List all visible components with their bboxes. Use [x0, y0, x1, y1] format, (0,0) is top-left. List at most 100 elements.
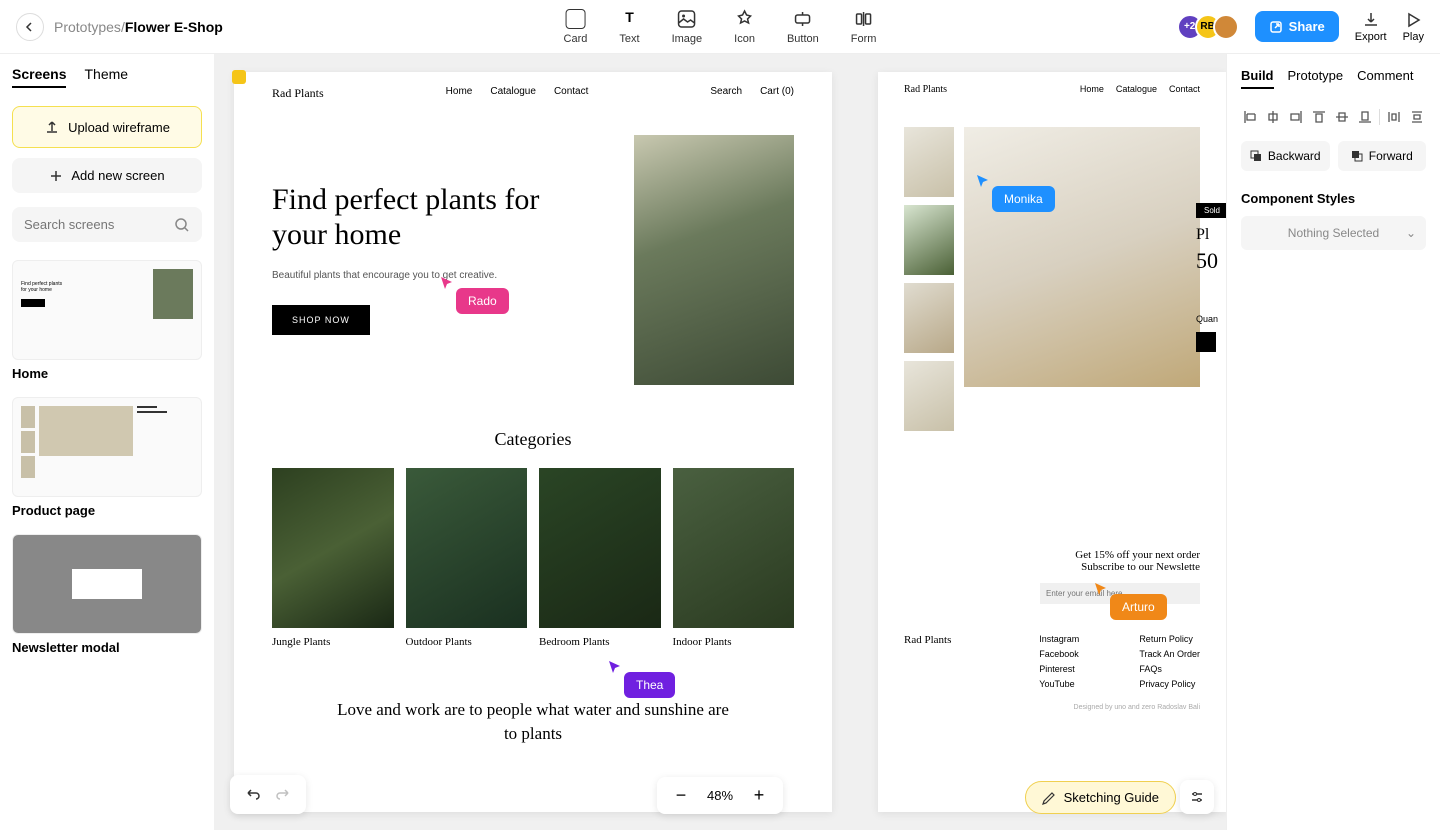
nav-link: Catalogue — [1116, 84, 1157, 95]
product-thumb — [904, 205, 954, 275]
add-screen-button[interactable]: Add new screen — [12, 158, 202, 193]
undo-button[interactable] — [236, 781, 268, 808]
component-styles-title: Component Styles — [1241, 191, 1426, 206]
tool-text[interactable]: Text — [619, 9, 639, 45]
hero-image — [634, 135, 794, 385]
site-utility: Search Cart (0) — [710, 86, 794, 101]
footer-link: YouTube — [1039, 679, 1079, 689]
tool-image[interactable]: Image — [672, 9, 703, 45]
align-left-button[interactable] — [1241, 107, 1258, 127]
newsletter-line2: Subscribe to our Newslette — [904, 561, 1200, 573]
cursor-icon — [976, 174, 990, 188]
footer-link: Privacy Policy — [1139, 679, 1200, 689]
cursor-label: Arturo — [1110, 594, 1167, 620]
order-row: Backward Forward — [1241, 141, 1426, 171]
hero-section: Find perfect plants for your home Beauti… — [234, 115, 832, 405]
footer-link: Instagram — [1039, 634, 1079, 644]
image-icon — [677, 9, 697, 29]
settings-button[interactable] — [1180, 780, 1214, 814]
category-card: Jungle Plants — [272, 468, 394, 648]
card-icon — [565, 9, 585, 29]
distribute-v-button[interactable] — [1409, 107, 1426, 127]
artboard-header: Rad Plants Home Catalogue Contact — [878, 72, 1226, 107]
product-thumbnails — [904, 127, 954, 431]
icon-tool-icon — [735, 9, 755, 29]
nav-link: Home — [446, 86, 473, 101]
align-right-button[interactable] — [1287, 107, 1304, 127]
zoom-out-button[interactable]: − — [671, 785, 691, 806]
cursor-icon — [440, 276, 454, 290]
distribute-h-button[interactable] — [1386, 107, 1403, 127]
alignment-row — [1241, 107, 1426, 127]
breadcrumb[interactable]: Prototypes/Flower E-Shop — [54, 19, 223, 35]
sketching-guide-button[interactable]: Sketching Guide — [1025, 781, 1176, 814]
align-top-button[interactable] — [1310, 107, 1327, 127]
tool-card[interactable]: Card — [564, 9, 588, 45]
tab-prototype[interactable]: Prototype — [1288, 68, 1344, 89]
artboard-header: Rad Plants Home Catalogue Contact Search… — [234, 72, 832, 115]
tab-build[interactable]: Build — [1241, 68, 1274, 89]
align-right-icon — [1288, 109, 1304, 125]
tab-screens[interactable]: Screens — [12, 66, 66, 88]
screen-thumbnail-product[interactable] — [12, 397, 202, 497]
redo-button[interactable] — [268, 781, 300, 808]
screen-thumbnail-home[interactable]: Find perfect plantsfor your home — [12, 260, 202, 360]
tab-comment[interactable]: Comment — [1357, 68, 1413, 89]
category-label: Bedroom Plants — [539, 636, 661, 648]
zoom-level: 48% — [707, 788, 733, 803]
canvas[interactable]: Rad Plants Home Catalogue Contact Search… — [214, 54, 1226, 830]
upload-wireframe-button[interactable]: Upload wireframe — [12, 106, 202, 148]
footer-column: Return Policy Track An Order FAQs Privac… — [1139, 634, 1200, 694]
sidebar-tabs: Screens Theme — [12, 66, 202, 88]
tool-icon[interactable]: Icon — [734, 9, 755, 45]
site-nav: Home Catalogue Contact — [446, 86, 589, 101]
button-icon — [793, 9, 813, 29]
align-left-icon — [1242, 109, 1258, 125]
upload-icon — [44, 119, 60, 135]
category-card: Indoor Plants — [673, 468, 795, 648]
back-button[interactable] — [16, 13, 44, 41]
avatar[interactable] — [1213, 14, 1239, 40]
backward-icon — [1250, 150, 1262, 162]
product-thumb — [904, 361, 954, 431]
align-center-v-button[interactable] — [1333, 107, 1350, 127]
product-title: Pl — [1196, 226, 1226, 244]
right-panel: Build Prototype Comment Backward Forward… — [1226, 54, 1440, 830]
play-button[interactable]: Play — [1403, 11, 1424, 43]
avatar-stack[interactable]: +2 RB — [1177, 14, 1239, 40]
category-card: Outdoor Plants — [406, 468, 528, 648]
component-styles-select[interactable]: Nothing Selected — [1241, 216, 1426, 250]
align-top-icon — [1311, 109, 1327, 125]
align-center-h-button[interactable] — [1264, 107, 1281, 127]
export-button[interactable]: Export — [1355, 11, 1387, 43]
tab-theme[interactable]: Theme — [84, 66, 128, 88]
distribute-v-icon — [1409, 109, 1425, 125]
zoom-in-button[interactable]: + — [749, 785, 769, 806]
pencil-icon — [1042, 791, 1056, 805]
cursor-icon — [608, 660, 622, 674]
category-label: Jungle Plants — [272, 636, 394, 648]
tool-form[interactable]: Form — [851, 9, 877, 45]
site-logo: Rad Plants — [272, 86, 324, 101]
nav-link: Contact — [1169, 84, 1200, 95]
tool-button[interactable]: Button — [787, 9, 819, 45]
forward-icon — [1351, 150, 1363, 162]
align-bottom-button[interactable] — [1356, 107, 1373, 127]
align-bottom-icon — [1357, 109, 1373, 125]
backward-button[interactable]: Backward — [1241, 141, 1330, 171]
forward-button[interactable]: Forward — [1338, 141, 1427, 171]
product-thumb — [904, 127, 954, 197]
footer-link: FAQs — [1139, 664, 1200, 674]
product-price: 50 — [1196, 248, 1226, 274]
cursor-label: Thea — [624, 672, 675, 698]
screen-label: Newsletter modal — [12, 640, 202, 655]
cursor-label: Rado — [456, 288, 509, 314]
share-button[interactable]: Share — [1255, 11, 1339, 42]
quantity-label: Quan — [1196, 314, 1226, 324]
screen-thumbnail-newsletter[interactable] — [12, 534, 202, 634]
footer-link: Pinterest — [1039, 664, 1079, 674]
footer-link: Track An Order — [1139, 649, 1200, 659]
categories-title: Categories — [234, 429, 832, 450]
footer-logo: Rad Plants — [904, 634, 979, 694]
artboard-home[interactable]: Rad Plants Home Catalogue Contact Search… — [234, 72, 832, 812]
